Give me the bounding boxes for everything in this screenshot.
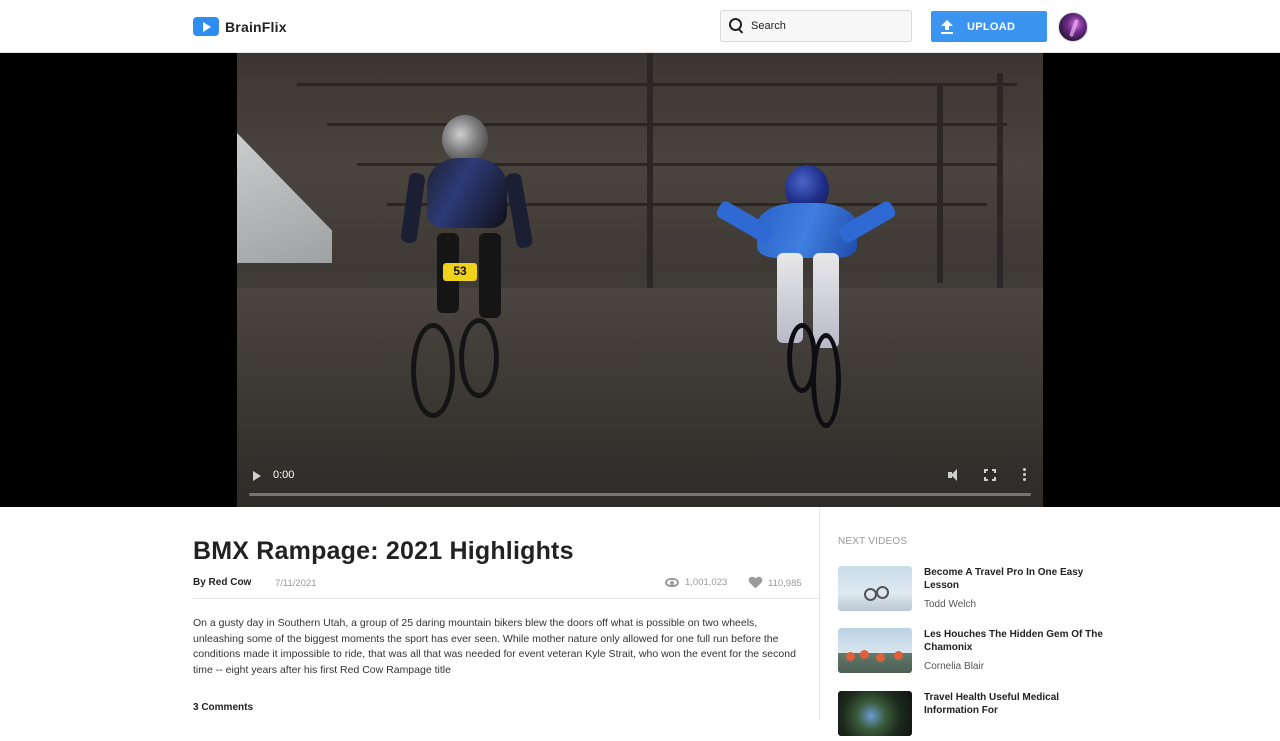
upload-label: UPLOAD (967, 20, 1016, 33)
next-video-item[interactable]: Become A Travel Pro In One Easy Lesson T… (838, 566, 1108, 616)
video-description: On a gusty day in Southern Utah, a group… (193, 617, 796, 676)
video-player[interactable]: 53 0:00 (237, 53, 1043, 507)
avatar[interactable] (1058, 12, 1088, 42)
next-video-item[interactable]: Les Houches The Hidden Gem Of The Chamon… (838, 628, 1108, 678)
video-author: By Red Cow (193, 577, 252, 588)
search-input[interactable] (751, 20, 901, 32)
views-counter: 1,001,023 (665, 577, 727, 588)
player-controls: 0:00 (237, 457, 1043, 507)
logo-text: BrainFlix (225, 18, 287, 35)
next-video-title[interactable]: Travel Health Useful Medical Information… (924, 691, 1104, 717)
likes-count: 110,985 (768, 577, 802, 589)
views-count: 1,001,023 (685, 577, 728, 588)
volume-icon[interactable] (947, 468, 963, 482)
bmx-rider-image (862, 574, 889, 601)
eye-icon (665, 578, 679, 587)
brainflix-logo[interactable]: BrainFlix (193, 17, 287, 36)
likes-counter[interactable]: 110,985 (749, 577, 802, 589)
upload-icon (941, 19, 953, 34)
time-display: 0:00 (273, 469, 295, 481)
more-icon[interactable] (1023, 468, 1027, 482)
progress-bar[interactable] (249, 493, 1031, 496)
upload-button[interactable]: UPLOAD (931, 11, 1047, 42)
rider-left: 53 (397, 113, 537, 423)
balloon-image (860, 650, 869, 659)
roof-beam (997, 73, 1003, 293)
next-video-title[interactable]: Les Houches The Hidden Gem Of The Chamon… (924, 628, 1104, 654)
fullscreen-icon[interactable] (983, 468, 997, 482)
sidebar-divider (819, 507, 820, 720)
next-video-author: Todd Welch (924, 599, 977, 610)
roof-beam (647, 53, 653, 293)
meta-divider (193, 598, 819, 599)
roof-rafter (297, 83, 1017, 86)
arena-window (237, 133, 332, 263)
next-videos-heading: NEXT VIDEOS (838, 536, 908, 547)
balloon-image (846, 652, 855, 661)
heart-icon[interactable] (749, 577, 762, 589)
roof-beam (937, 83, 943, 283)
rider-right (707, 163, 898, 443)
balloon-image (894, 651, 903, 660)
video-details: BMX Rampage: 2021 Highlights By Red Cow … (193, 507, 819, 720)
video-thumbnail[interactable] (838, 566, 912, 611)
next-videos-sidebar: NEXT VIDEOS Become A Travel Pro In One E… (838, 507, 1108, 736)
video-title: BMX Rampage: 2021 Highlights (193, 537, 574, 565)
video-thumbnail[interactable] (838, 691, 912, 736)
top-header: BrainFlix UPLOAD (0, 0, 1280, 53)
video-thumbnail[interactable] (838, 628, 912, 673)
play-icon[interactable] (251, 469, 263, 483)
number-plate: 53 (443, 263, 477, 281)
play-icon (193, 17, 219, 36)
next-video-item[interactable]: Travel Health Useful Medical Information… (838, 691, 1108, 741)
balloon-image (876, 653, 885, 662)
search-box[interactable] (720, 10, 912, 42)
next-video-title[interactable]: Become A Travel Pro In One Easy Lesson (924, 566, 1104, 592)
video-date: 7/11/2021 (275, 578, 317, 589)
search-icon (729, 18, 745, 34)
comments-count: 3 Comments (193, 702, 254, 713)
video-player-area: 53 0:00 (0, 53, 1280, 507)
next-video-author: Cornelia Blair (924, 661, 985, 672)
video-meta: By Red Cow 7/11/2021 1,001,023 110,985 (193, 575, 819, 597)
